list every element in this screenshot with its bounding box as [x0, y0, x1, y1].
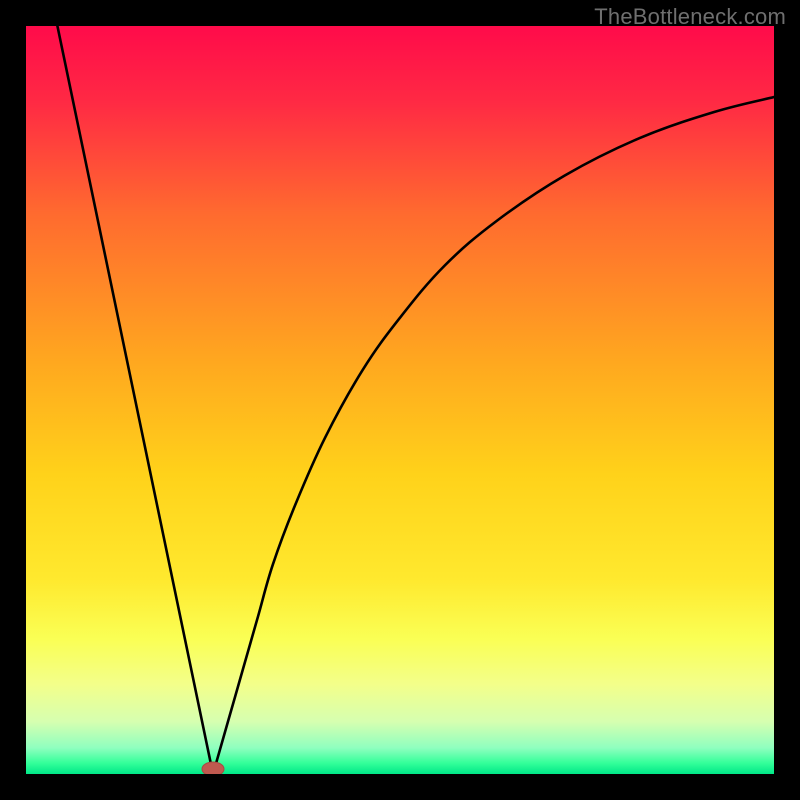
watermark-text: TheBottleneck.com — [594, 4, 786, 30]
chart-svg — [26, 26, 774, 774]
plot-area — [26, 26, 774, 774]
gradient-background — [26, 26, 774, 774]
minimum-marker — [202, 762, 224, 774]
chart-frame: TheBottleneck.com — [0, 0, 800, 800]
